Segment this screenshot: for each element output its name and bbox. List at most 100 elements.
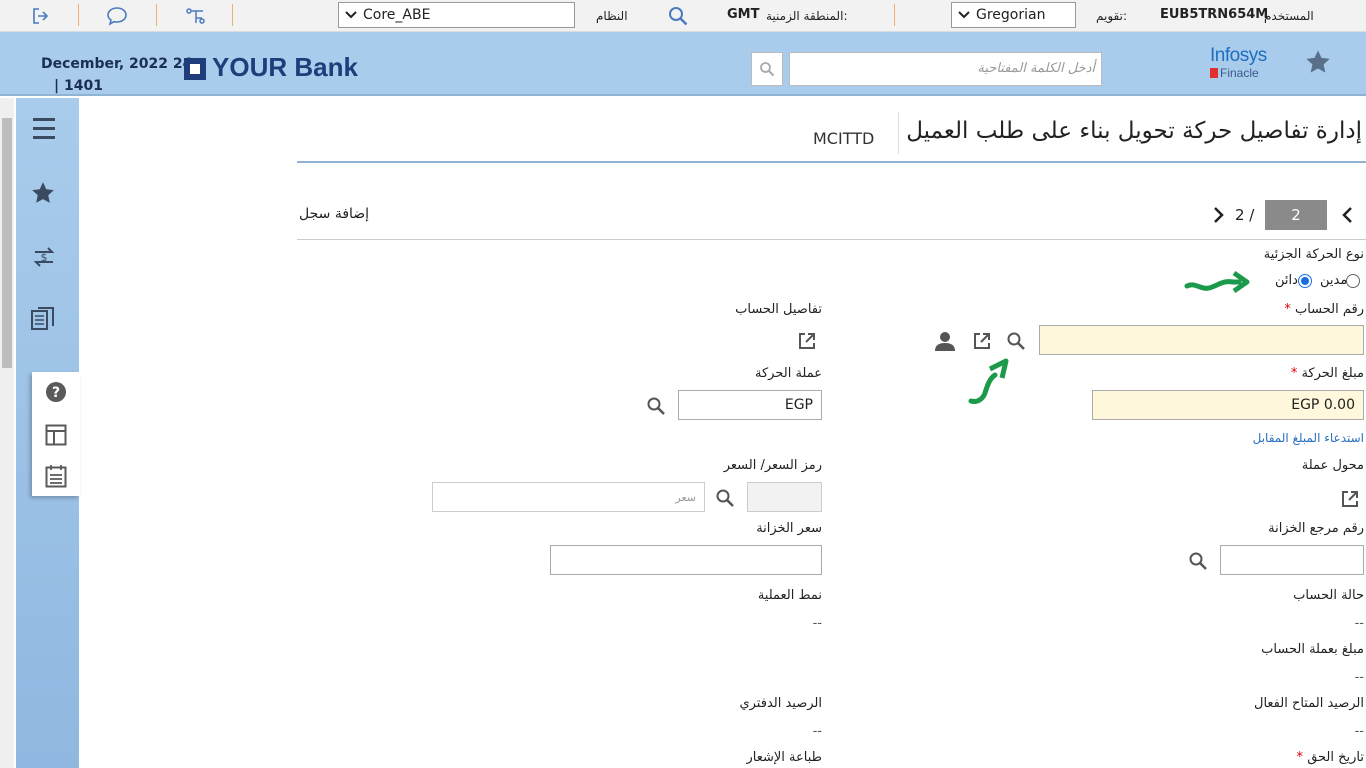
customer-profile-icon[interactable] [934, 330, 956, 352]
infosys-logo-brand: Infosys [1210, 45, 1267, 66]
account-no-label: * رقم الحساب [1284, 302, 1364, 318]
record-total: 2 / [1235, 206, 1255, 224]
op-mode-label: نمط العملية [757, 588, 822, 603]
layout-icon[interactable] [45, 424, 67, 446]
page-code: MCITTD [813, 129, 875, 148]
calendar-label: تقويم: [1096, 9, 1127, 23]
txn-type-label: نوع الحركة الجزئية [1263, 247, 1364, 262]
top-bar: Core_ABE النظام GMT المنطقة الزمنية: Gre… [0, 0, 1366, 32]
currency-input[interactable]: EGP [678, 390, 822, 420]
header-hijri-date: | 1401 [54, 78, 103, 94]
logout-icon[interactable] [30, 6, 50, 26]
header-date: December, 2022 24 [41, 56, 193, 72]
amount-label: * مبلغ الحركة [1291, 366, 1364, 382]
finacle-row: Finacle [1210, 67, 1274, 79]
treasury-rate-label: سعر الخزانة [756, 521, 822, 536]
timezone-label: المنطقة الزمنية: [766, 9, 848, 23]
rate-search-icon[interactable] [715, 488, 735, 508]
chat-icon[interactable] [106, 5, 128, 27]
nav-divider [297, 239, 1366, 240]
title-separator [898, 112, 899, 154]
account-no-input[interactable] [1039, 325, 1364, 355]
favorite-star-icon[interactable] [1304, 48, 1332, 76]
chevron-right-icon[interactable] [1341, 206, 1355, 224]
search-icon[interactable] [1006, 331, 1026, 351]
recall-amount-link[interactable]: استدعاء المبلغ المقابل [1253, 430, 1364, 446]
account-no-label-text: رقم الحساب [1294, 302, 1364, 317]
page-title: إدارة تفاصيل حركة تحويل بناء على طلب الع… [906, 118, 1362, 144]
title-underline [297, 161, 1366, 163]
chevron-left-icon[interactable] [1211, 206, 1225, 224]
required-marker: * [1296, 750, 1308, 765]
rate-code-label: رمز السعر/ السعر [723, 458, 822, 473]
debit-label: مدين [1320, 273, 1348, 288]
green-arrow-right-icon [1184, 268, 1252, 298]
record-current-value: 2 [1291, 206, 1301, 224]
search-icon [759, 61, 775, 77]
credit-label: دائن [1275, 273, 1298, 288]
header-search-button[interactable] [751, 52, 783, 86]
debit-radio[interactable] [1346, 274, 1360, 288]
system-select[interactable]: Core_ABE [338, 2, 575, 28]
workflow-icon[interactable] [184, 5, 206, 27]
system-label: النظام [596, 9, 628, 23]
green-arrow-up-icon [966, 355, 1016, 407]
currency-search-icon[interactable] [646, 396, 666, 416]
rate-input[interactable]: سعر [432, 482, 705, 512]
account-details-label: تفاصيل الحساب [735, 302, 822, 317]
search-placeholder: أدخل الكلمة المفتاحية [977, 61, 1095, 76]
account-status-value: -- [1354, 616, 1364, 631]
open-external-icon[interactable] [972, 331, 992, 351]
timezone-value: GMT [727, 7, 760, 22]
bank-name: YOUR Bank [212, 52, 358, 82]
amount-label-text: مبلغ الحركة [1301, 366, 1364, 381]
sidebar-tools-panel: ? [32, 372, 80, 496]
credit-radio-dot [1301, 277, 1309, 285]
infosys-logo-product: Finacle [1220, 66, 1259, 80]
value-date-label-text: تاريخ الحق [1307, 750, 1364, 765]
treasury-rate-input[interactable] [550, 545, 822, 575]
help-icon[interactable]: ? [45, 381, 67, 403]
transactions-icon[interactable]: $ [31, 244, 57, 270]
chevron-down-icon [958, 10, 970, 20]
favorites-icon[interactable] [30, 180, 56, 206]
converter-label: محول عملة [1301, 458, 1364, 473]
menu-icon[interactable] [32, 116, 56, 142]
credit-radio[interactable] [1298, 274, 1312, 288]
record-current[interactable]: 2 [1265, 200, 1327, 230]
bank-logo-icon [184, 58, 206, 80]
sidebar-scrollbar[interactable] [0, 98, 14, 768]
print-advice-label: طباعة الإشعار [746, 750, 822, 765]
required-marker: * [1290, 366, 1302, 381]
calendar-value: Gregorian [976, 7, 1046, 23]
finacle-mark-icon [1210, 68, 1218, 78]
add-record-link[interactable]: إضافة سجل [299, 206, 369, 222]
calendar-icon[interactable] [45, 464, 67, 488]
book-balance-label: الرصيد الدفتري [739, 696, 822, 711]
user-value: EUB5TRN654M [1160, 7, 1269, 22]
calendar-select[interactable]: Gregorian [951, 2, 1076, 28]
amount-acct-ccy-label: مبلغ بعملة الحساب [1261, 642, 1364, 657]
header-search-input[interactable]: أدخل الكلمة المفتاحية [789, 52, 1102, 86]
rate-code-input[interactable] [747, 482, 822, 512]
account-details-open-icon[interactable] [797, 331, 817, 351]
rate-placeholder: سعر [675, 491, 696, 504]
available-balance-value: -- [1354, 724, 1364, 739]
header-banner: December, 2022 24 | 1401 YOUR Bank أدخل … [0, 32, 1366, 96]
treasury-ref-input[interactable] [1220, 545, 1364, 575]
available-balance-label: الرصيد المتاح الفعال [1254, 696, 1364, 711]
reports-icon[interactable] [30, 306, 56, 332]
svg-text:$: $ [41, 251, 48, 264]
currency-label: عملة الحركة [755, 366, 822, 381]
value-date-label: * تاريخ الحق [1297, 750, 1364, 766]
amount-input[interactable]: EGP 0.00 [1092, 390, 1364, 420]
user-label: المستخدم [1264, 9, 1314, 23]
book-balance-value: -- [812, 724, 822, 739]
system-value: Core_ABE [363, 7, 431, 23]
scrollbar-thumb[interactable] [2, 118, 12, 368]
account-status-label: حالة الحساب [1293, 588, 1364, 603]
system-search-icon[interactable] [667, 5, 689, 27]
treasury-ref-label: رقم مرجع الخزانة [1268, 521, 1364, 536]
converter-open-icon[interactable] [1340, 489, 1360, 509]
treasury-search-icon[interactable] [1188, 551, 1208, 571]
